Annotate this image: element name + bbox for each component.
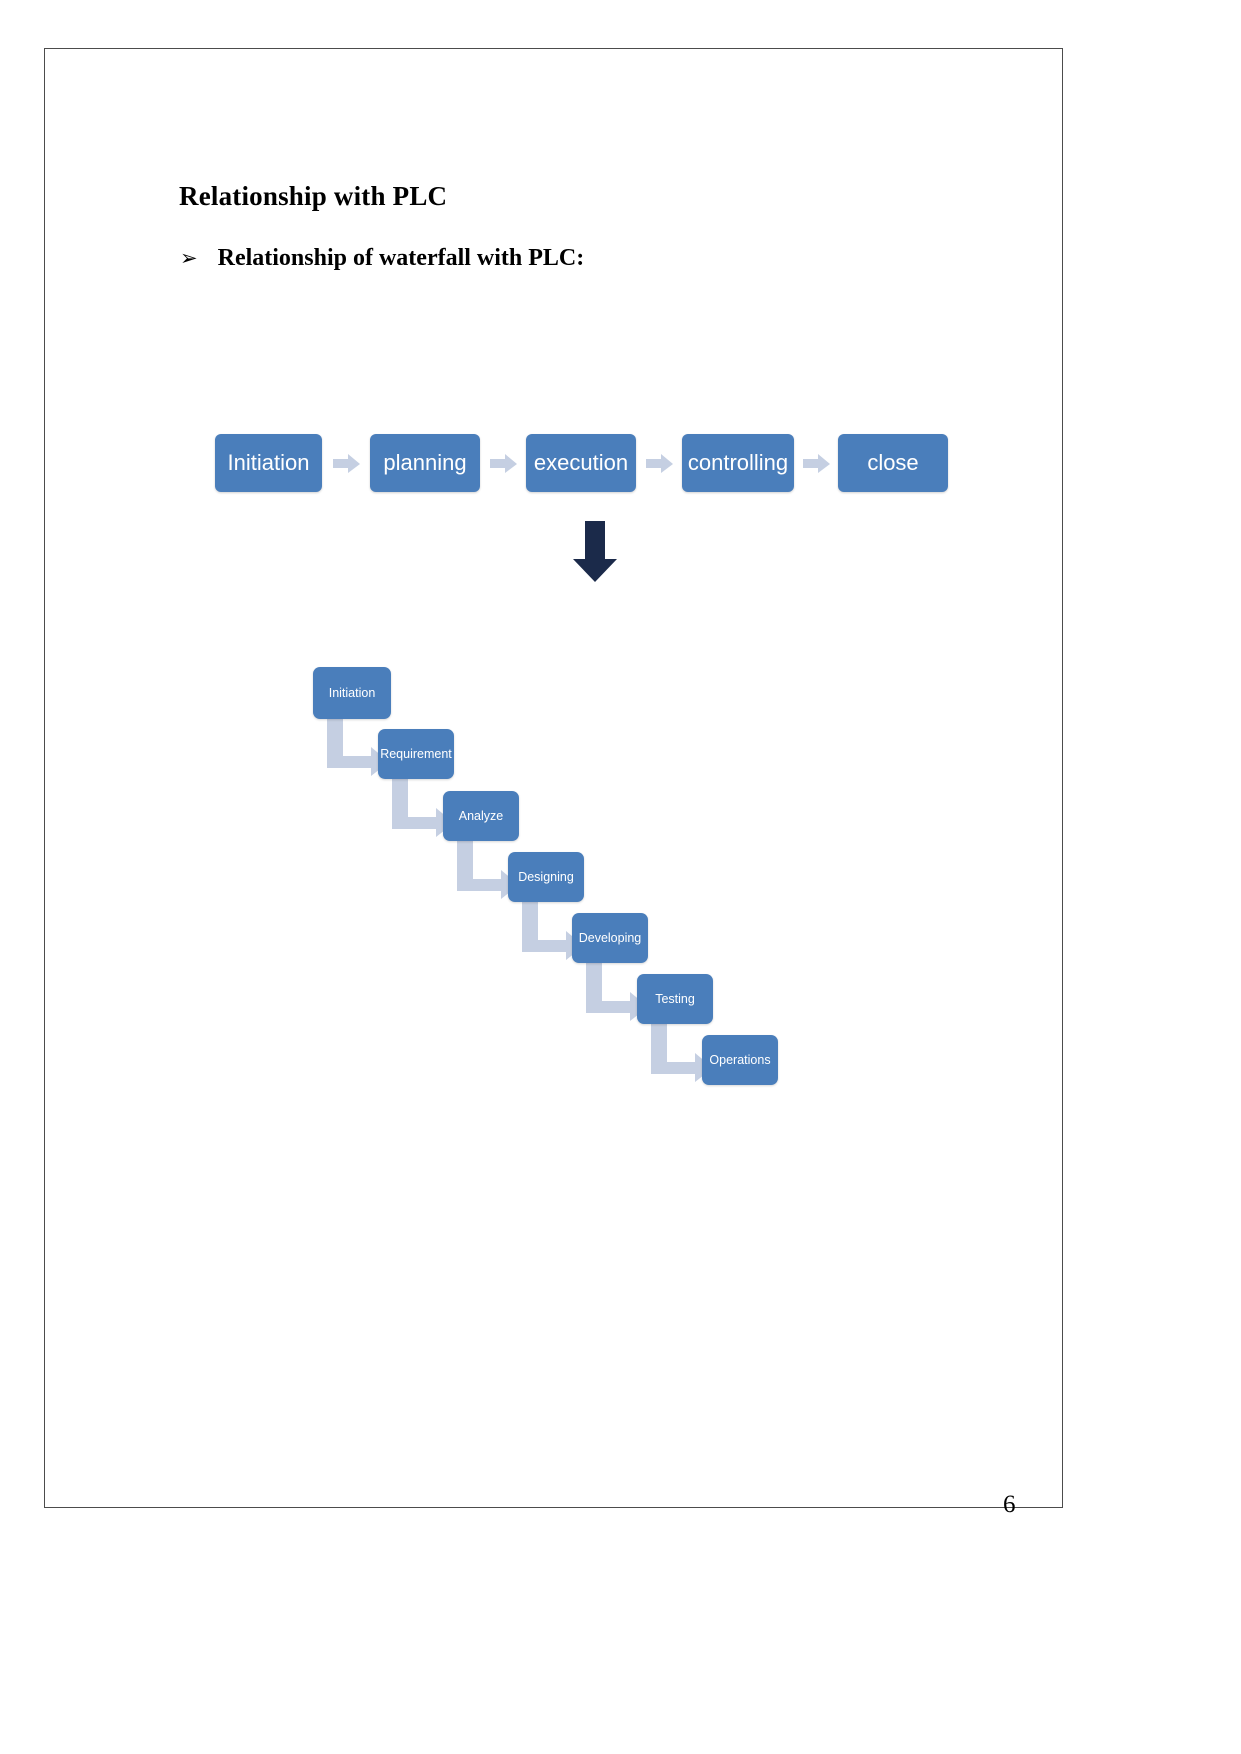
plc-step-close: close [838, 434, 948, 492]
waterfall-step-testing: Testing [637, 974, 713, 1024]
plc-connector-arrow-icon [333, 454, 361, 474]
waterfall-step-operations: Operations [702, 1035, 778, 1085]
bullet-item-label: Relationship of waterfall with PLC: [217, 245, 585, 271]
waterfall-step-designing: Designing [508, 852, 584, 902]
plc-step-label: planning [383, 450, 467, 475]
waterfall-step-label: Initiation [328, 686, 376, 700]
page-number: 6 [1003, 1491, 1016, 1518]
waterfall-step-label: Operations [709, 1053, 771, 1067]
plc-step-label: controlling [687, 450, 789, 475]
plc-connector-arrow-icon [646, 454, 674, 474]
waterfall-step-initiation: Initiation [313, 667, 391, 719]
waterfall-step-label: Designing [518, 870, 574, 884]
arrowhead-bullet-icon: ➢ [180, 246, 198, 270]
waterfall-step-requirement: Requirement [378, 729, 454, 779]
plc-step-label: close [867, 450, 919, 475]
plc-flow-diagram: Initiation planning execution controlling cl… [215, 434, 955, 494]
plc-connector-arrow-icon [803, 454, 831, 474]
waterfall-step-label: Testing [655, 992, 695, 1006]
plc-step-execution: execution [526, 434, 636, 492]
waterfall-step-developing: Developing [572, 913, 648, 963]
document-page: Relationship with PLC ➢ Relationship of … [0, 0, 1241, 1754]
waterfall-step-label: Developing [578, 931, 642, 945]
plc-step-label: execution [533, 450, 629, 475]
waterfall-step-analyze: Analyze [443, 791, 519, 841]
plc-step-initiation: Initiation [215, 434, 322, 492]
down-arrow-icon [572, 521, 618, 583]
plc-connector-arrow-icon [490, 454, 518, 474]
waterfall-step-label: Requirement [380, 747, 452, 761]
page-border-frame: Relationship with PLC ➢ Relationship of … [44, 48, 1063, 1518]
plc-step-label: Initiation [227, 450, 310, 475]
plc-step-planning: planning [370, 434, 480, 492]
plc-step-controlling: controlling [682, 434, 794, 492]
waterfall-step-label: Analyze [458, 809, 504, 823]
waterfall-diagram: Initiation Requirement Analyze Designing Dev… [307, 667, 797, 1097]
bullet-list-item: ➢ Relationship of waterfall with PLC: [180, 245, 584, 272]
page-title: Relationship with PLC [179, 181, 448, 211]
